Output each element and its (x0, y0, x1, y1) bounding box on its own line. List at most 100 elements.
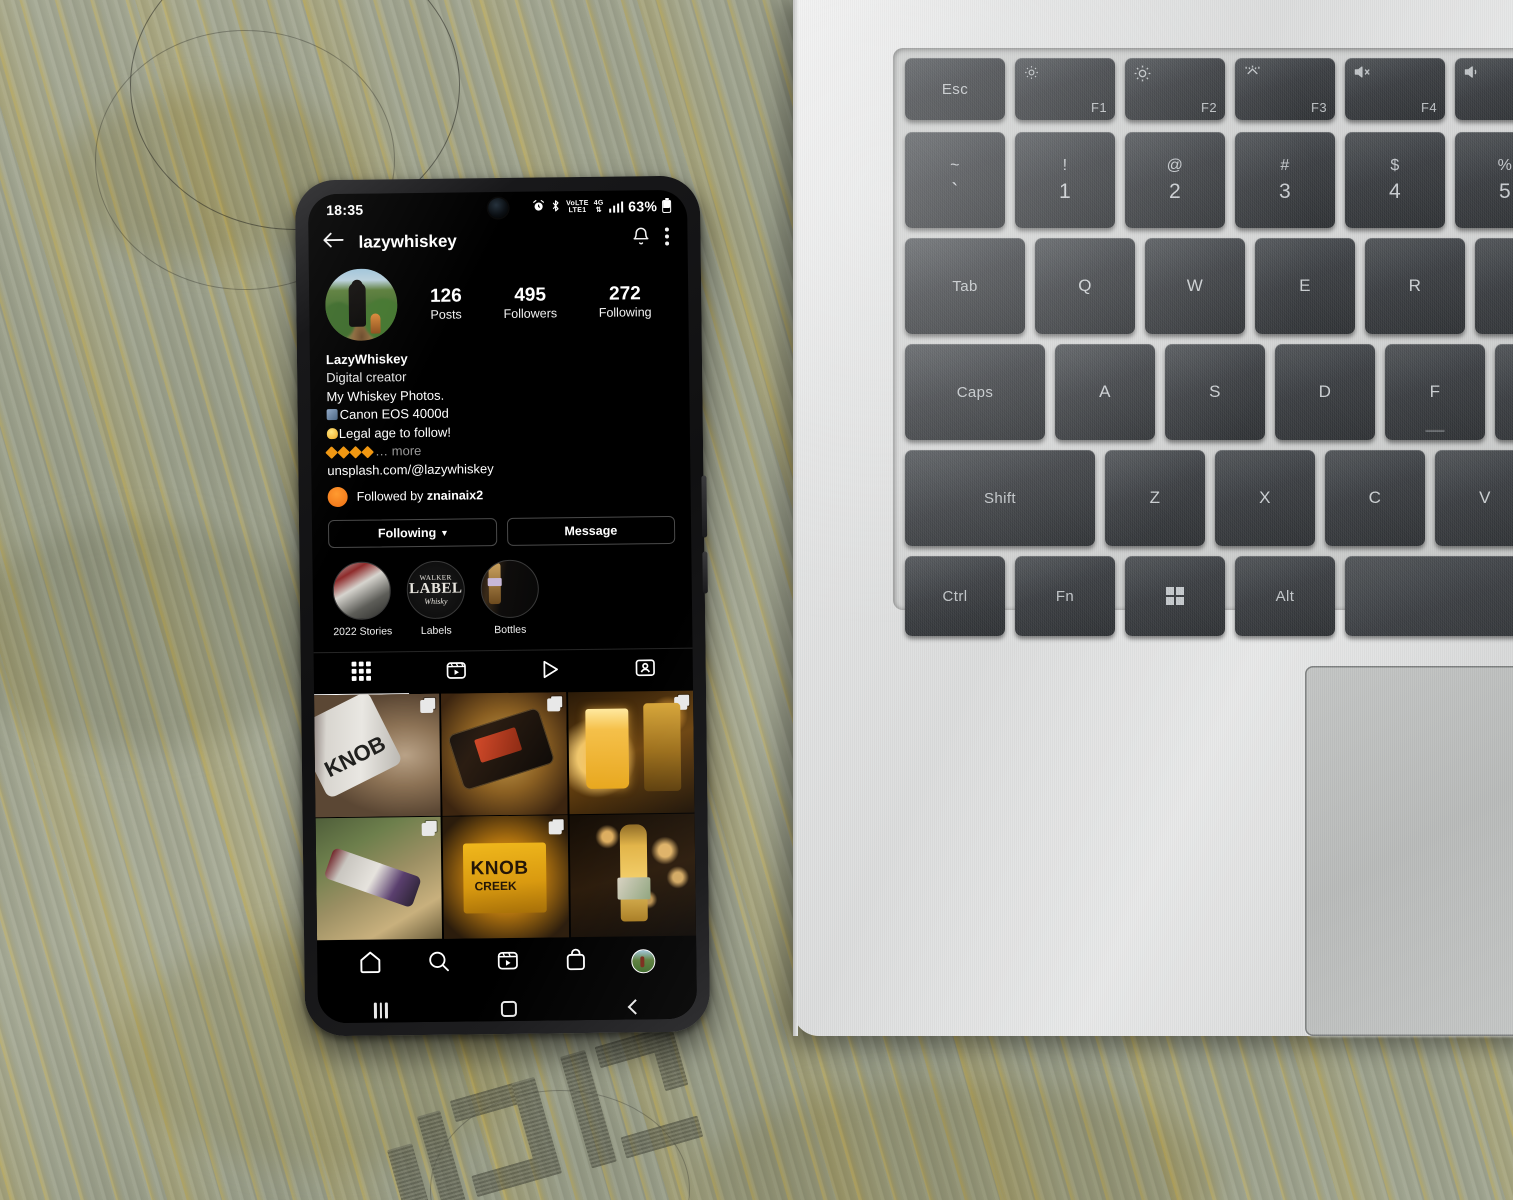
follower-avatar (327, 487, 348, 508)
bell-icon[interactable] (631, 226, 650, 251)
key-v[interactable]: V (1435, 450, 1513, 546)
profile-username: lazywhiskey (358, 231, 457, 252)
key-fn[interactable]: Fn (1015, 556, 1115, 636)
recents-icon[interactable] (374, 1002, 388, 1019)
key-f1[interactable]: F1 (1015, 58, 1115, 120)
avatar-icon[interactable] (631, 948, 656, 974)
key-windows[interactable] (1125, 556, 1225, 636)
grid-post-2[interactable] (440, 692, 568, 816)
grid-post-4[interactable] (315, 817, 443, 941)
key-1[interactable]: ! 1 (1015, 132, 1115, 228)
volte-icon: VoLTE LTE1 (566, 199, 589, 215)
phone-power-button[interactable] (702, 551, 708, 594)
tagged-tab[interactable] (598, 649, 693, 692)
diamond-emoji-icon-1 (325, 446, 338, 460)
profile-tabs (313, 647, 694, 696)
key-4[interactable]: $ 4 (1345, 132, 1445, 228)
grid-post-3[interactable] (567, 690, 695, 814)
key-f4[interactable]: F4 (1345, 58, 1445, 120)
avatar[interactable] (324, 268, 398, 342)
multi-post-icon (420, 700, 434, 714)
profile-stats: 126 Posts 495 Followers 272 Following (405, 283, 672, 322)
key-z[interactable]: Z (1105, 450, 1205, 546)
reels-icon[interactable] (496, 949, 519, 977)
laptop-edge (793, 0, 798, 1036)
key-w[interactable]: W (1145, 238, 1245, 334)
key-f5-label: F5 (1463, 101, 1513, 114)
windows-icon (1166, 587, 1184, 605)
key-q[interactable]: Q (1035, 238, 1135, 334)
key-r[interactable]: R (1365, 238, 1465, 334)
home-square-icon[interactable] (500, 1000, 517, 1017)
smartphone: 18:35 VoLTE LTE1 4G ⇅ 63% lazywhiskey 12… (294, 175, 711, 1037)
reels-tab[interactable] (408, 651, 503, 694)
key-t[interactable]: T (1475, 238, 1513, 334)
search-icon[interactable] (428, 949, 451, 977)
story-highlights: 2022 Stories WALKER LABEL Whisky Labels (312, 544, 692, 639)
key-a[interactable]: A (1055, 344, 1155, 440)
message-button-label: Message (564, 523, 618, 539)
keyboard-shift-row: Shift Z X C V B (905, 450, 1513, 546)
key-space[interactable] (1345, 556, 1513, 636)
home-icon[interactable] (358, 950, 382, 978)
key-3[interactable]: # 3 (1235, 132, 1335, 228)
key-f3[interactable]: F3 (1235, 58, 1335, 120)
bio-line-3: Legal age to follow! (338, 424, 451, 441)
grid-post-1[interactable] (314, 693, 441, 818)
key-backtick[interactable]: ~ ` (905, 132, 1005, 228)
phone-volume-button[interactable] (701, 475, 708, 538)
video-tab[interactable] (503, 650, 598, 693)
grid-post-6[interactable] (569, 813, 697, 938)
phone-screen: 18:35 VoLTE LTE1 4G ⇅ 63% lazywhiskey 12… (307, 189, 698, 1024)
key-f5[interactable]: F5 (1455, 58, 1513, 120)
stat-following[interactable]: 272 Following (598, 283, 652, 319)
key-tab[interactable]: Tab (905, 238, 1025, 334)
following-button[interactable]: Following ▾ (327, 518, 497, 549)
highlight-labels[interactable]: WALKER LABEL Whisky Labels (406, 560, 466, 638)
grid-icon (351, 660, 372, 686)
multi-post-icon (421, 823, 436, 837)
key-f[interactable]: F (1385, 344, 1485, 440)
grid-tab[interactable] (313, 652, 409, 696)
shopping-bag-icon[interactable] (565, 948, 586, 976)
message-button[interactable]: Message (506, 516, 676, 547)
key-x[interactable]: X (1215, 450, 1315, 546)
profile-summary: 126 Posts 495 Followers 272 Following (309, 261, 689, 342)
keyboard-bottom-row: Ctrl Fn Alt (905, 556, 1513, 636)
followed-by-text: Followed by znainaix2 (357, 488, 484, 504)
highlight-label-3: Bottles (494, 623, 527, 637)
bio-more-link[interactable]: … more (375, 443, 421, 459)
key-ctrl[interactable]: Ctrl (905, 556, 1005, 636)
tagged-person-icon (635, 657, 656, 683)
highlight-2022-stories[interactable]: 2022 Stories (332, 561, 392, 638)
key-c[interactable]: C (1325, 450, 1425, 546)
key-d[interactable]: D (1275, 344, 1375, 440)
bio-line-2: Canon EOS 4000d (339, 406, 449, 423)
highlight-bottles[interactable]: Bottles (480, 559, 540, 637)
key-2[interactable]: @ 2 (1125, 132, 1225, 228)
key-esc[interactable]: Esc (905, 58, 1005, 120)
keyboard-qwerty-row: Tab Q W E R T Y (905, 238, 1513, 334)
key-s[interactable]: S (1165, 344, 1265, 440)
laptop-trackpad[interactable] (1305, 666, 1513, 1036)
front-camera-icon (487, 197, 508, 219)
key-f1-label: F1 (1091, 100, 1107, 115)
avatar-person (348, 283, 366, 328)
multi-post-icon (548, 821, 562, 835)
grid-post-5[interactable]: CREEK (442, 815, 570, 939)
key-f2[interactable]: F2 (1125, 58, 1225, 120)
4g-icon: 4G ⇅ (593, 199, 604, 214)
stat-posts[interactable]: 126 Posts (430, 286, 462, 322)
stat-followers[interactable]: 495 Followers (503, 284, 558, 321)
key-5[interactable]: % 5 (1455, 132, 1513, 228)
key-alt-left[interactable]: Alt (1235, 556, 1335, 636)
highlight-cover-1 (332, 561, 392, 621)
kebab-menu-icon[interactable] (664, 226, 671, 250)
back-arrow-icon[interactable] (322, 231, 344, 254)
key-shift-left[interactable]: Shift (905, 450, 1095, 546)
key-g[interactable]: G (1495, 344, 1513, 440)
profile-actions: Following ▾ Message (312, 503, 691, 549)
key-e[interactable]: E (1255, 238, 1355, 334)
back-chevron-icon[interactable] (627, 999, 643, 1016)
key-caps[interactable]: Caps (905, 344, 1045, 440)
